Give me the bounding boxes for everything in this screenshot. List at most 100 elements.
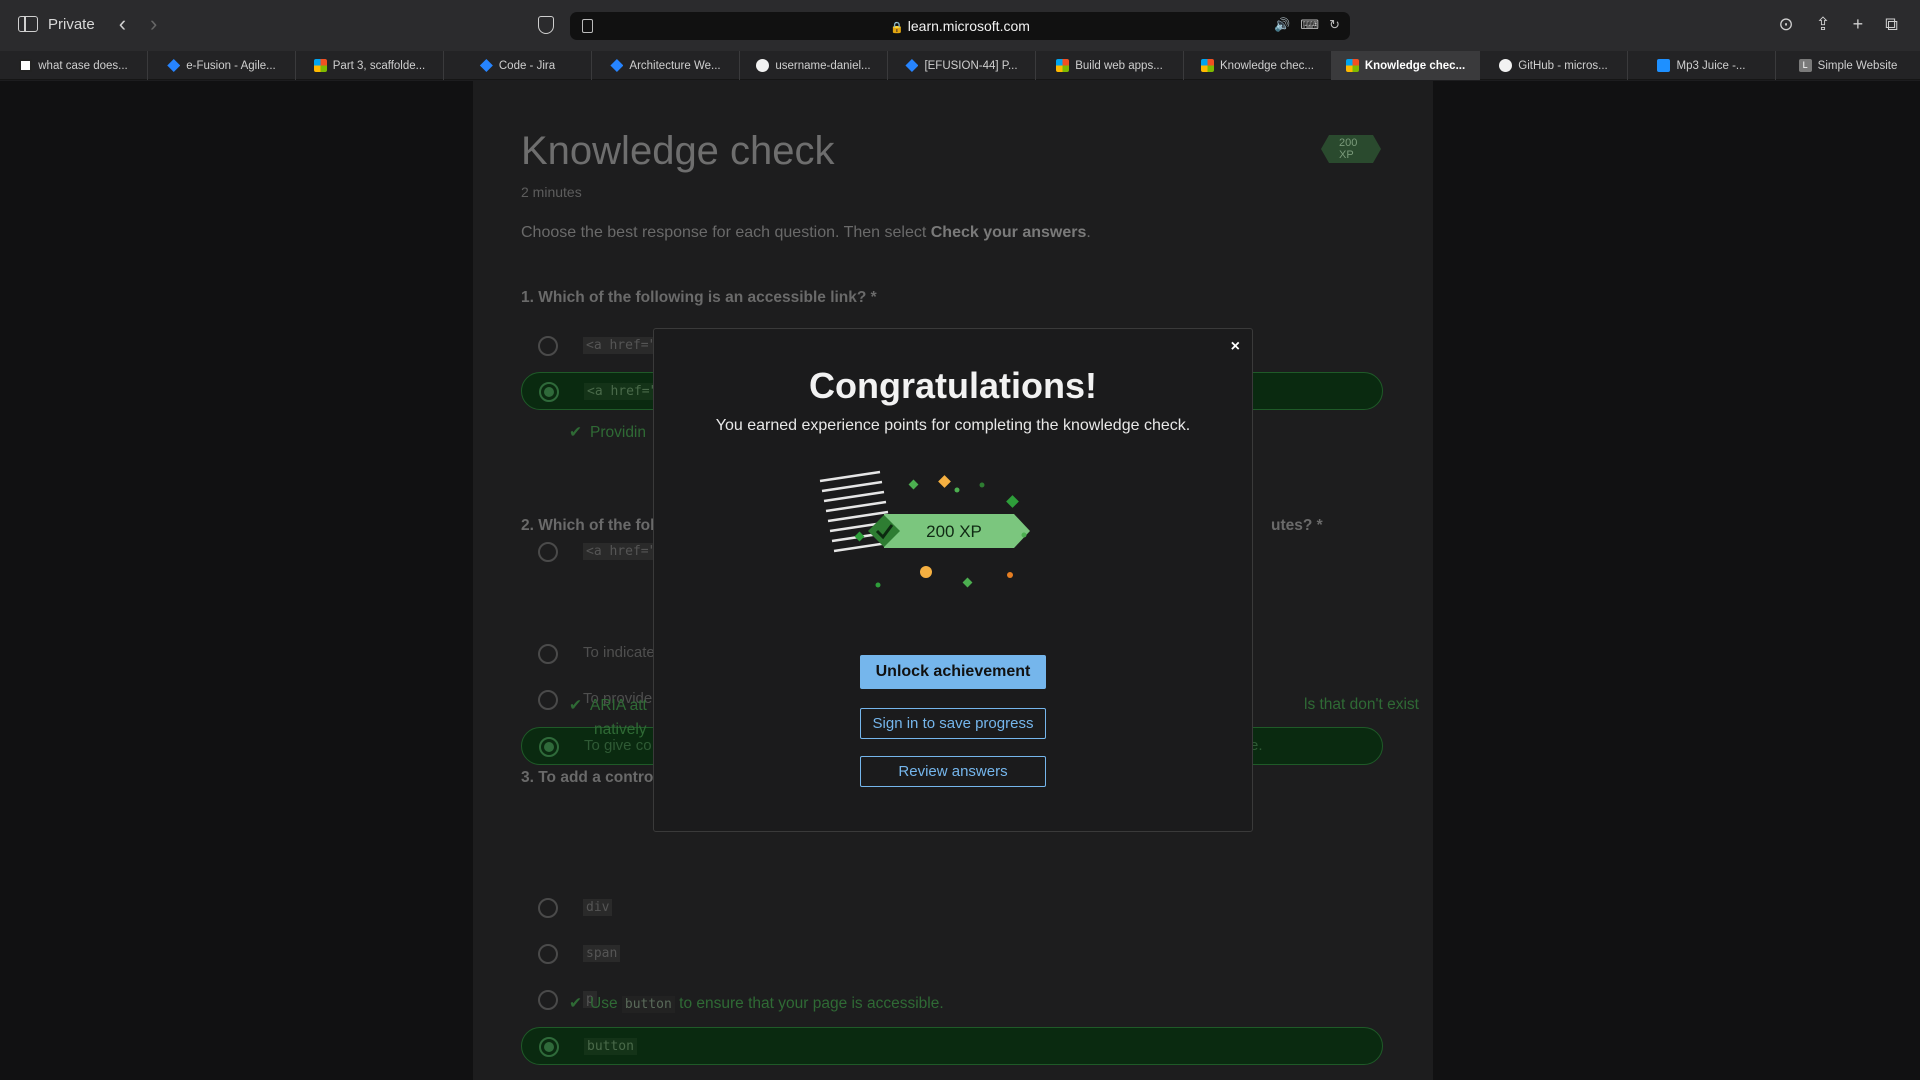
tab-bar: what case does... e-Fusion - Agile... Part… — [0, 51, 1920, 80]
option-text: div — [583, 898, 613, 916]
radio[interactable] — [538, 336, 558, 356]
address-bar[interactable]: 🔒 learn.microsoft.com 🔊 ⌨ ↻ — [570, 12, 1350, 40]
radio[interactable] — [538, 898, 558, 918]
jira-icon — [479, 59, 493, 72]
back-arrow-icon[interactable]: ‹ — [119, 13, 126, 35]
q1-feedback: ✔ Providin — [569, 423, 646, 442]
tab-label: what case does... — [38, 59, 128, 72]
l-icon: L — [1798, 59, 1812, 72]
sparkle-icon — [920, 566, 932, 578]
option-text: span — [583, 944, 621, 962]
code-snippet: <a href=" — [583, 337, 660, 354]
q2-feedback-line2: natively — [594, 721, 647, 738]
review-answers-button[interactable]: Review answers — [860, 756, 1046, 787]
check-icon: ✔ — [569, 697, 582, 714]
q2-feedback: ✔ ARIA att ls that don't exist — [569, 696, 1419, 715]
code-snippet: <a href=" — [584, 383, 661, 400]
radio[interactable] — [538, 690, 558, 710]
browser-tab[interactable]: Mp3 Juice -... — [1628, 51, 1776, 80]
code-snippet: <a href=" — [583, 543, 660, 560]
check-icon: ✔ — [569, 995, 582, 1012]
jira-icon — [905, 59, 919, 72]
ms-icon — [1345, 59, 1359, 72]
modal-subtitle: You earned experience points for complet… — [715, 417, 1191, 434]
q3-feedback: ✔ Use button to ensure that your page is … — [569, 994, 944, 1013]
tab-label: Architecture We... — [629, 59, 721, 72]
privacy-shield-icon[interactable] — [538, 16, 554, 34]
page-title: Knowledge check — [521, 129, 835, 173]
browser-tab[interactable]: [EFUSION-44] P... — [888, 51, 1036, 80]
instructions-bold: Check your answers — [930, 224, 1087, 241]
xp-amount: 200 XP — [926, 522, 982, 541]
radio-selected[interactable] — [539, 382, 559, 402]
option-text: <a href=" — [583, 542, 660, 560]
browser-tab[interactable]: what case does... — [0, 51, 148, 80]
radio[interactable] — [538, 644, 558, 664]
q3-option-button[interactable]: button — [521, 1027, 1383, 1065]
sidebar-toggle-icon[interactable] — [18, 16, 38, 32]
tab-label: e-Fusion - Agile... — [186, 59, 276, 72]
instructions-suffix: . — [1086, 224, 1091, 241]
unlock-achievement-button[interactable]: Unlock achievement — [860, 655, 1046, 689]
translate-icon[interactable]: ⌨ — [1300, 17, 1319, 33]
sparkle-icon — [962, 577, 973, 588]
toolbar-right: ⊙ ⇪ + ⧉ — [1778, 14, 1898, 35]
q3-feedback-code: button — [621, 996, 675, 1013]
radio[interactable] — [538, 990, 558, 1010]
downloads-icon[interactable]: ⊙ — [1778, 14, 1793, 35]
browser-tab[interactable]: Build web apps... — [1036, 51, 1184, 80]
q2-text-right: utes? * — [1271, 517, 1323, 534]
tab-overview-icon[interactable]: ⧉ — [1885, 14, 1898, 35]
browser-tab[interactable]: Knowledge chec... — [1184, 51, 1332, 80]
radio-selected[interactable] — [539, 1037, 559, 1057]
sparkle-icon — [908, 479, 919, 490]
radio[interactable] — [538, 542, 558, 562]
option-text: To indicate — [583, 644, 655, 661]
browser-tab[interactable]: GitHub - micros... — [1480, 51, 1628, 80]
github-icon — [1499, 59, 1513, 72]
browser-tab[interactable]: L Simple Website — [1776, 51, 1920, 80]
sparkle-icon — [1006, 495, 1019, 508]
q2-feedback-right: ls that don't exist — [1304, 696, 1419, 713]
radio-selected[interactable] — [539, 737, 559, 757]
tab-label: Build web apps... — [1075, 59, 1163, 72]
sparkle-icon — [979, 482, 985, 488]
option-text: <a href=" — [583, 336, 660, 354]
instructions-prefix: Choose the best response for each questi… — [521, 224, 931, 241]
audio-icon[interactable]: 🔊 — [1274, 17, 1290, 33]
ms-icon — [1056, 59, 1070, 72]
new-tab-icon[interactable]: + — [1853, 14, 1864, 35]
q3-option-div[interactable]: div — [521, 889, 1383, 927]
sparkle-icon — [1021, 532, 1027, 538]
url-text: learn.microsoft.com — [907, 18, 1030, 34]
url-actions: 🔊 ⌨ ↻ — [1274, 17, 1340, 33]
share-icon[interactable]: ⇪ — [1816, 14, 1831, 35]
question-1: 1. Which of the following is an accessib… — [521, 289, 877, 306]
browser-tab[interactable]: username-daniel... — [740, 51, 888, 80]
tab-label: [EFUSION-44] P... — [924, 59, 1018, 72]
code-snippet: div — [583, 899, 613, 916]
sparkle-icon — [1007, 572, 1013, 578]
forward-arrow-icon[interactable]: › — [150, 13, 157, 35]
browser-tab[interactable]: Code - Jira — [444, 51, 592, 80]
tab-label: Mp3 Juice -... — [1676, 59, 1746, 72]
ms-icon — [313, 59, 327, 72]
browser-tab[interactable]: Architecture We... — [592, 51, 740, 80]
url-text-wrap: 🔒 learn.microsoft.com — [570, 18, 1350, 34]
browser-tab[interactable]: e-Fusion - Agile... — [148, 51, 296, 80]
tab-label: Simple Website — [1817, 59, 1898, 72]
sparkle-icon — [875, 582, 881, 588]
p-icon — [19, 59, 33, 72]
browser-tab[interactable]: Knowledge chec... — [1332, 51, 1480, 80]
sign-in-button[interactable]: Sign in to save progress — [860, 708, 1046, 739]
close-icon[interactable]: × — [1231, 338, 1240, 356]
browser-tab[interactable]: Part 3, scaffolde... — [296, 51, 444, 80]
jira-icon — [167, 59, 181, 72]
q3-option-span[interactable]: span — [521, 935, 1383, 973]
reload-icon[interactable]: ↻ — [1329, 17, 1340, 33]
sparkle-icon — [854, 531, 865, 542]
code-snippet: button — [584, 1038, 637, 1055]
radio[interactable] — [538, 944, 558, 964]
xp-celebration-illustration: 200 XP — [819, 470, 1030, 588]
browser-toolbar: Private ‹ › 🔒 learn.microsoft.com 🔊 ⌨ ↻ ⊙… — [0, 0, 1920, 51]
